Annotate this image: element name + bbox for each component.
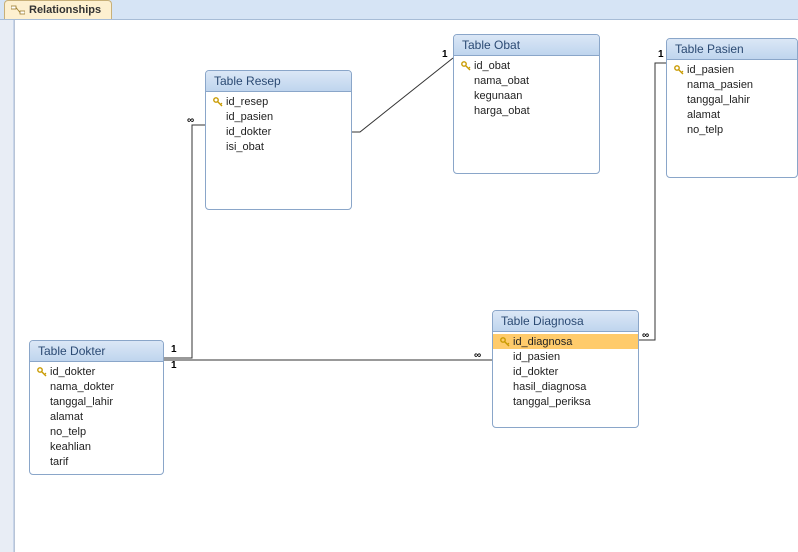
field-name: id_obat — [474, 60, 510, 72]
cardinality-one: 1 — [171, 361, 177, 371]
field-row[interactable]: tanggal_lahir — [667, 92, 797, 107]
table-title[interactable]: Table Diagnosa — [493, 311, 638, 332]
field-name: tarif — [50, 456, 68, 468]
table-body: id_pasien nama_pasien tanggal_lahir alam… — [667, 60, 797, 139]
relationships-canvas[interactable]: 1 ∞ 1 ∞ 1 ∞ 1 ∞ Table Dokter id_dokter n… — [14, 20, 798, 552]
tab-label: Relationships — [29, 4, 101, 16]
table-title[interactable]: Table Resep — [206, 71, 351, 92]
field-name: no_telp — [687, 124, 723, 136]
field-name: id_dokter — [513, 366, 558, 378]
field-name: id_pasien — [687, 64, 734, 76]
cardinality-one: 1 — [442, 50, 448, 60]
field-row[interactable]: alamat — [30, 409, 163, 424]
field-row[interactable]: id_pasien — [667, 62, 797, 77]
cardinality-many: ∞ — [642, 331, 649, 341]
field-row[interactable]: id_resep — [206, 94, 351, 109]
tab-bar: Relationships — [0, 0, 798, 20]
table-title[interactable]: Table Obat — [454, 35, 599, 56]
cardinality-one: 1 — [658, 50, 664, 60]
field-row[interactable]: kegunaan — [454, 88, 599, 103]
field-name: tanggal_lahir — [687, 94, 750, 106]
field-row[interactable]: tanggal_lahir — [30, 394, 163, 409]
field-row[interactable]: id_diagnosa — [493, 334, 638, 349]
field-name: id_pasien — [226, 111, 273, 123]
field-row[interactable]: nama_dokter — [30, 379, 163, 394]
field-name: id_dokter — [50, 366, 95, 378]
relationships-tab[interactable]: Relationships — [4, 0, 112, 19]
table-dokter[interactable]: Table Dokter id_dokter nama_dokter tangg… — [29, 340, 164, 475]
field-row[interactable]: id_dokter — [30, 364, 163, 379]
cardinality-one: 1 — [171, 345, 177, 355]
relationships-icon — [11, 4, 25, 16]
field-name: id_dokter — [226, 126, 271, 138]
field-row[interactable]: harga_obat — [454, 103, 599, 118]
field-row[interactable]: nama_pasien — [667, 77, 797, 92]
field-name: harga_obat — [474, 105, 530, 117]
field-row[interactable]: tanggal_periksa — [493, 394, 638, 409]
table-body: id_dokter nama_dokter tanggal_lahir alam… — [30, 362, 163, 471]
field-row[interactable]: nama_obat — [454, 73, 599, 88]
field-row[interactable]: isi_obat — [206, 139, 351, 154]
field-name: kegunaan — [474, 90, 522, 102]
table-body: id_resep id_pasien id_dokter isi_obat — [206, 92, 351, 156]
field-name: tanggal_lahir — [50, 396, 113, 408]
left-gutter — [0, 20, 14, 552]
key-icon — [461, 61, 471, 71]
field-name: keahlian — [50, 441, 91, 453]
field-row[interactable]: keahlian — [30, 439, 163, 454]
key-icon — [500, 337, 510, 347]
field-name: nama_pasien — [687, 79, 753, 91]
cardinality-many: ∞ — [474, 351, 481, 361]
key-icon — [37, 367, 47, 377]
field-name: alamat — [687, 109, 720, 121]
key-icon — [674, 65, 684, 75]
table-body: id_obat nama_obat kegunaan harga_obat — [454, 56, 599, 120]
table-title[interactable]: Table Dokter — [30, 341, 163, 362]
field-row[interactable]: id_obat — [454, 58, 599, 73]
field-name: id_pasien — [513, 351, 560, 363]
field-name: isi_obat — [226, 141, 264, 153]
field-row[interactable]: alamat — [667, 107, 797, 122]
table-obat[interactable]: Table Obat id_obat nama_obat kegunaan ha… — [453, 34, 600, 174]
table-diagnosa[interactable]: Table Diagnosa id_diagnosa id_pasien id_… — [492, 310, 639, 428]
field-name: id_resep — [226, 96, 268, 108]
key-icon — [213, 97, 223, 107]
field-row[interactable]: id_pasien — [206, 109, 351, 124]
field-row[interactable]: no_telp — [667, 122, 797, 137]
field-name: no_telp — [50, 426, 86, 438]
table-body: id_diagnosa id_pasien id_dokter hasil_di… — [493, 332, 638, 411]
field-row[interactable]: tarif — [30, 454, 163, 469]
cardinality-many: ∞ — [187, 116, 194, 126]
field-row[interactable]: id_pasien — [493, 349, 638, 364]
table-title[interactable]: Table Pasien — [667, 39, 797, 60]
field-name: nama_obat — [474, 75, 529, 87]
field-row[interactable]: no_telp — [30, 424, 163, 439]
table-resep[interactable]: Table Resep id_resep id_pasien id_dokter… — [205, 70, 352, 210]
field-name: nama_dokter — [50, 381, 114, 393]
field-name: tanggal_periksa — [513, 396, 591, 408]
field-row[interactable]: id_dokter — [206, 124, 351, 139]
field-row[interactable]: id_dokter — [493, 364, 638, 379]
field-name: hasil_diagnosa — [513, 381, 586, 393]
table-pasien[interactable]: Table Pasien id_pasien nama_pasien tangg… — [666, 38, 798, 178]
field-name: alamat — [50, 411, 83, 423]
field-name: id_diagnosa — [513, 336, 572, 348]
field-row[interactable]: hasil_diagnosa — [493, 379, 638, 394]
